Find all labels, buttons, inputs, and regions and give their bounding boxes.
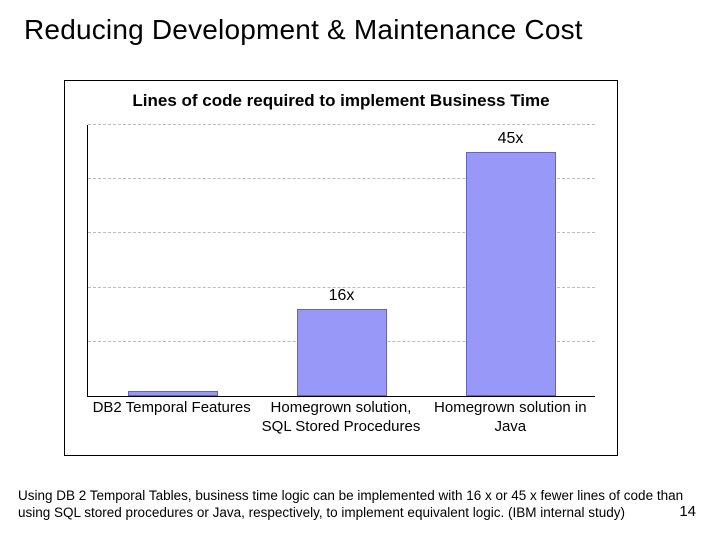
chart-title: Lines of code required to implement Busi… [65,91,617,111]
x-label: DB2 Temporal Features [87,399,256,447]
bar [128,391,218,396]
bar [466,152,556,396]
page-title: Reducing Development & Maintenance Cost [24,14,696,46]
chart-container: Lines of code required to implement Busi… [64,80,618,456]
x-label: Homegrown solution in Java [426,399,595,447]
caption-text: Using DB 2 Temporal Tables, business tim… [18,487,692,522]
bars-row: 16x 45x [88,125,595,396]
bar [297,309,387,396]
bar-value-label: 45x [426,130,595,148]
page-number: 14 [679,503,696,520]
x-axis-labels: DB2 Temporal Features Homegrown solution… [87,399,595,447]
slide: Reducing Development & Maintenance Cost … [0,0,720,540]
bar-slot [88,125,257,396]
x-label: Homegrown solution, SQL Stored Procedure… [256,399,425,447]
bar-value-label: 16x [257,287,426,305]
bar-slot: 45x [426,125,595,396]
bar-slot: 16x [257,125,426,396]
plot-area: 16x 45x [87,125,595,397]
